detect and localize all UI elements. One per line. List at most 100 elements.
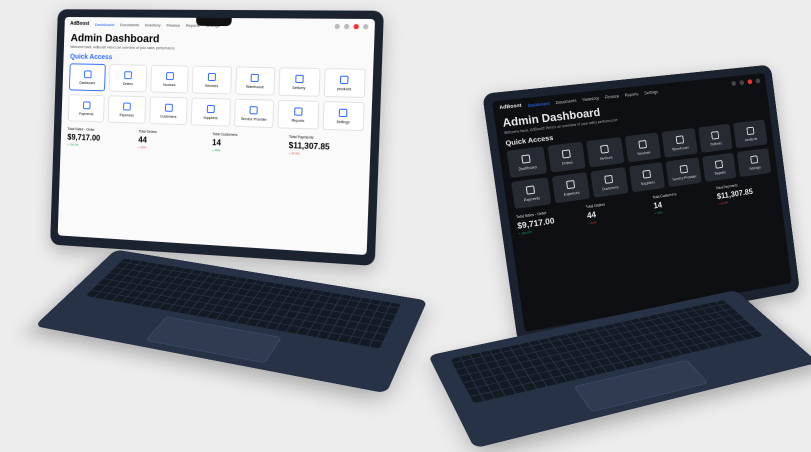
stat-total-sales: Total Sales - Order $9,717.00 + 100.0%: [67, 127, 134, 149]
tile-label: Expenses: [563, 190, 580, 197]
avatar[interactable]: [362, 23, 369, 29]
warehouse-icon: [675, 134, 684, 144]
stat-total-payments: Total Payments $11,307.85 + 10.2%: [288, 135, 363, 158]
supplier-icon: [642, 169, 652, 179]
nav-actions: [731, 77, 761, 86]
dollar-icon: [565, 179, 575, 189]
nav-finance[interactable]: Finance: [604, 93, 619, 100]
laptop-lid-dark: AdBoost Dashboard Documents Inventory Fi…: [482, 64, 800, 344]
dashboard-icon: [521, 153, 531, 164]
tile-label: Delivery: [292, 85, 306, 90]
tile-payments[interactable]: Payments: [511, 177, 551, 210]
users-icon: [164, 103, 173, 112]
tile-customers[interactable]: Customers: [590, 167, 629, 198]
laptop-lid-light: AdBoost Dashboard Documents Inventory Fi…: [50, 9, 384, 267]
box-icon: [340, 75, 349, 84]
dashboard-icon: [83, 69, 92, 78]
product-mockup-scene: AdBoost Dashboard Documents Inventory Fi…: [0, 0, 811, 452]
tile-products[interactable]: products: [323, 68, 366, 98]
nav-documents[interactable]: Documents: [555, 97, 576, 104]
tile-invoices[interactable]: Invoices: [586, 136, 625, 168]
avatar[interactable]: [755, 77, 761, 84]
tile-dashboard[interactable]: Dashboard: [68, 63, 107, 92]
stat-total-orders: Total Orders 44 + 12%: [138, 129, 207, 151]
tile-label: Invoices: [163, 82, 176, 87]
tile-reports[interactable]: Reports: [277, 99, 319, 130]
nav-inventory[interactable]: Inventory: [145, 22, 161, 27]
tile-label: Settings: [336, 119, 350, 124]
nav-finance[interactable]: Finance: [166, 22, 180, 27]
tile-label: Customers: [601, 184, 619, 192]
tile-orders[interactable]: Orders: [109, 64, 148, 93]
laptop-dark: AdBoost Dashboard Documents Inventory Fi…: [428, 64, 811, 452]
tile-label: Suppliers: [640, 179, 656, 186]
supplier-icon: [206, 104, 215, 113]
card-icon: [82, 100, 91, 109]
tile-label: Payments: [79, 111, 94, 116]
tile-customers[interactable]: Customers: [149, 96, 188, 126]
nav-documents[interactable]: Documents: [120, 22, 139, 27]
tile-settings[interactable]: Settings: [322, 101, 365, 132]
cart-icon: [124, 70, 133, 79]
nav-dashboard[interactable]: Dashboard: [527, 100, 549, 107]
tile-label: Dashboard: [518, 164, 537, 172]
tile-products[interactable]: products: [733, 119, 768, 149]
card-icon: [525, 184, 536, 195]
tile-expenses[interactable]: Expenses: [551, 172, 591, 204]
box-icon: [746, 126, 755, 135]
tile-label: Orders: [561, 159, 574, 166]
provider-icon: [249, 105, 259, 114]
bell-icon[interactable]: [739, 79, 745, 85]
nav-dashboard[interactable]: Dashboard: [95, 22, 115, 27]
warehouse-icon: [251, 73, 260, 82]
stat-total-orders: Total Orders 44 + 12%: [586, 196, 650, 226]
laptop-light: AdBoost Dashboard Documents Inventory Fi…: [34, 9, 428, 394]
tile-orders[interactable]: Orders: [546, 141, 586, 173]
tile-warehouse[interactable]: Warehouse: [661, 127, 698, 158]
tile-label: Dashboard: [79, 80, 96, 85]
tile-label: Suppliers: [203, 115, 218, 120]
laptop-base-light: [34, 249, 428, 394]
nav-settings[interactable]: Settings: [205, 22, 219, 27]
notification-badge[interactable]: [747, 78, 753, 84]
notification-badge[interactable]: [353, 23, 359, 29]
tile-service-provider[interactable]: Service Provider: [665, 157, 702, 188]
provider-icon: [679, 164, 688, 174]
bell-icon[interactable]: [343, 23, 350, 29]
stat-total-customers: Total Customers 14 + 48%: [212, 132, 284, 155]
nav-inventory[interactable]: Inventory: [582, 95, 599, 102]
tile-expenses[interactable]: Expenses: [108, 95, 147, 124]
app-logo[interactable]: AdBoost: [499, 103, 522, 112]
search-icon[interactable]: [731, 80, 737, 86]
tile-label: Payments: [523, 195, 541, 202]
tile-label: Invoices: [599, 154, 613, 161]
tile-delivery[interactable]: Delivery: [698, 123, 734, 153]
tile-label: Settings: [749, 165, 761, 171]
gear-icon: [749, 154, 758, 164]
dollar-icon: [123, 102, 132, 111]
tile-suppliers[interactable]: Suppliers: [628, 162, 666, 193]
tile-label: Reports: [714, 169, 727, 176]
nav-reports[interactable]: Reports: [186, 22, 200, 27]
tile-label: Service Provider: [672, 173, 697, 182]
tile-suppliers[interactable]: Suppliers: [190, 97, 231, 127]
nav-reports[interactable]: Reports: [624, 91, 638, 97]
gear-icon: [339, 108, 348, 117]
app-logo[interactable]: AdBoost: [70, 21, 89, 27]
tile-label: Service Provider: [240, 116, 267, 122]
cart-icon: [561, 148, 571, 159]
nav-settings[interactable]: Settings: [644, 89, 659, 95]
tile-services[interactable]: Services: [624, 132, 662, 163]
search-icon[interactable]: [334, 23, 340, 29]
tile-payments[interactable]: Payments: [67, 94, 106, 123]
tile-delivery[interactable]: Delivery: [278, 67, 321, 97]
tile-warehouse[interactable]: Warehouse: [234, 66, 276, 96]
wrench-icon: [207, 72, 216, 81]
tile-reports[interactable]: Reports: [701, 152, 737, 183]
tile-services[interactable]: Services: [191, 65, 232, 95]
tile-service-provider[interactable]: Service Provider: [233, 98, 275, 129]
tile-invoices[interactable]: Invoices: [150, 64, 190, 94]
tile-dashboard[interactable]: Dashboard: [506, 146, 547, 178]
tile-settings[interactable]: Settings: [737, 148, 772, 178]
tile-label: Services: [637, 150, 651, 156]
